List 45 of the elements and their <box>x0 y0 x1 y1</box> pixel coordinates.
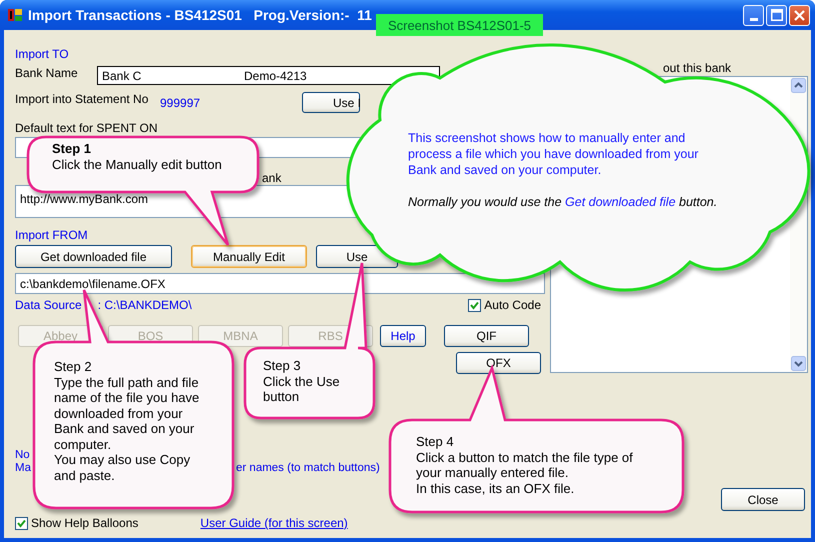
bank-name-field[interactable]: Bank C Demo-4213 <box>97 66 440 85</box>
note-text: er names (to match buttons) <box>236 462 380 475</box>
note-text: Ma <box>15 462 31 474</box>
window-title: Import Transactions - BS412S01 Prog.Version:- 11 <box>28 7 372 23</box>
file-path-field[interactable]: c:\bankdemo\filename.OFX <box>15 273 545 294</box>
field-label: Default text for SPENT ON <box>15 121 158 135</box>
field-label: ank <box>262 171 282 185</box>
close-dialog-button[interactable]: Close <box>721 488 805 511</box>
close-button[interactable] <box>789 4 810 26</box>
checkbox-label: Auto Code <box>484 298 541 312</box>
help-button[interactable]: Help <box>380 325 426 347</box>
notes-label: out this bank <box>663 61 732 75</box>
maximize-icon <box>770 9 782 21</box>
note-text: No <box>15 449 30 461</box>
close-icon <box>794 10 805 20</box>
scroll-up-icon[interactable] <box>791 78 806 93</box>
data-source-label: Data Source <box>15 298 82 312</box>
screenshot-label: Screenshot BS412S01-5 <box>376 14 543 36</box>
balloon-text: Step 3 Click the Use button <box>263 358 340 404</box>
cloud-text: This screenshot shows how to manually enter and process a file which you have downloaded from your Bank and saved on your computer. <box>408 130 700 178</box>
show-balloons-checkbox[interactable] <box>15 516 28 530</box>
auto-code-checkbox[interactable] <box>468 298 482 312</box>
balloon-text: Step 4 Click a button to match the file type of your manually entered file. In this case, its an OFX file. <box>416 434 633 496</box>
field-label: Import into Statement No <box>15 92 150 106</box>
section-heading: Import TO <box>15 47 70 61</box>
minimize-icon <box>750 18 758 20</box>
scroll-down-icon[interactable] <box>791 356 806 371</box>
format-button[interactable]: QIF <box>444 325 529 347</box>
balloon-text: Step 1 Click the Manually edit button <box>52 141 222 172</box>
statement-number: 999997 <box>160 96 202 110</box>
action-button[interactable]: Manually Edit <box>191 245 307 268</box>
checkbox-label: Show Help Balloons <box>31 516 138 530</box>
data-source-text: : C:\BANKDEMO\ <box>98 298 192 312</box>
checkmark-icon <box>470 300 480 310</box>
user-guide-link[interactable]: User Guide (for this screen) <box>200 516 348 530</box>
section-heading: Import FROM <box>15 228 89 242</box>
balloon-text: Step 2 Type the full path and file name of the file you have downloaded from your Bank and saved on your computer. You may also use Copy and paste. <box>54 359 200 483</box>
minimize-button[interactable] <box>743 4 764 26</box>
checkmark-icon <box>17 518 26 528</box>
app-icon <box>7 7 23 23</box>
maximize-button[interactable] <box>766 4 787 26</box>
field-label: Bank Name <box>15 66 79 80</box>
format-button[interactable]: OFX <box>456 352 541 374</box>
action-button[interactable]: Get downloaded file <box>15 245 172 268</box>
use-button[interactable]: Use I <box>302 92 360 113</box>
